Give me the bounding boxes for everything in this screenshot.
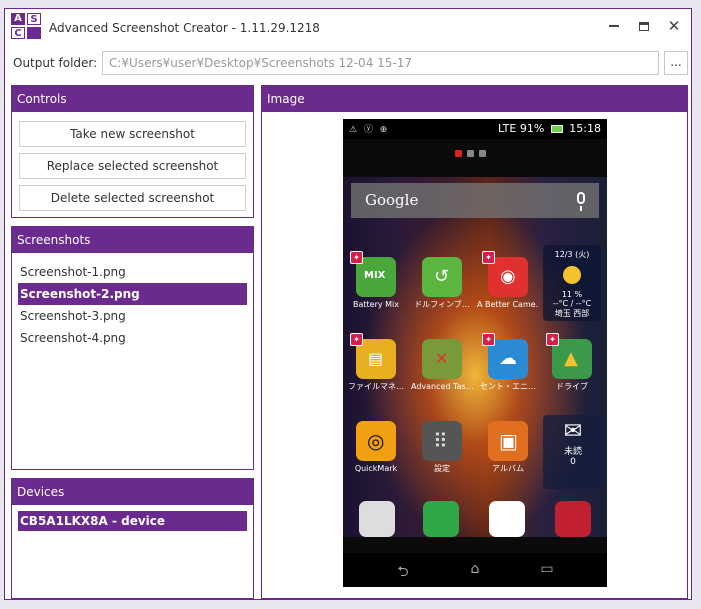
app-logo-icon: A S C bbox=[11, 13, 43, 41]
screenshots-panel: Screenshots Screenshot-1.png Screenshot-… bbox=[11, 226, 254, 470]
phone-icon bbox=[423, 501, 459, 537]
weather-date: 12/3 (火) bbox=[554, 250, 590, 259]
badge-icon: ✦ bbox=[350, 251, 363, 264]
list-item[interactable]: Screenshot-4.png bbox=[18, 327, 247, 349]
delete-screenshot-button[interactable]: Delete selected screenshot bbox=[19, 185, 246, 211]
output-folder-field[interactable]: C:¥Users¥user¥Desktop¥Screenshots 12-04 … bbox=[102, 51, 659, 75]
list-item-selected[interactable]: Screenshot-2.png bbox=[18, 283, 247, 305]
camera-icon: ✦ ◉ bbox=[482, 251, 528, 297]
weather-percent: 11 % bbox=[561, 290, 583, 299]
list-item[interactable]: Screenshot-1.png bbox=[18, 261, 247, 283]
close-icon: ✕ bbox=[667, 17, 681, 35]
app-icon: ↺ ドルフィンブ… bbox=[411, 257, 473, 310]
app-window: A S C Advanced Screenshot Creator - 1.11… bbox=[4, 8, 692, 600]
nav-bar: ⮌ ⌂ ▭ bbox=[343, 553, 607, 587]
controls-panel: Controls Take new screenshot Replace sel… bbox=[11, 85, 254, 218]
cloud-icon: ✦ ☁ bbox=[482, 333, 528, 379]
title-bar[interactable]: A S C Advanced Screenshot Creator - 1.11… bbox=[5, 9, 691, 43]
page-indicator bbox=[455, 146, 491, 160]
weather-temps: --°C / --°C bbox=[552, 299, 592, 308]
badge-icon: ✦ bbox=[350, 333, 363, 346]
devices-panel: Devices CB5A1LKX8A - device bbox=[11, 478, 254, 599]
battery-percent: 91% bbox=[519, 122, 545, 135]
status-bar: ⚠ ⓨ ⊕ LTE 91% 15:18 bbox=[343, 119, 607, 139]
page-dot bbox=[455, 150, 462, 157]
app-icon: ✦ ◉ A Better Came… bbox=[477, 251, 539, 309]
take-screenshot-button[interactable]: Take new screenshot bbox=[19, 121, 246, 147]
badge-icon: ✦ bbox=[482, 333, 495, 346]
search-label: Google bbox=[365, 191, 419, 209]
app-icon: ✦ ▤ ファイルマネ… bbox=[348, 333, 404, 391]
home-icon: ⌂ bbox=[470, 561, 480, 577]
apps-drawer-icon bbox=[359, 501, 395, 537]
weather-place: 埼玉 西部 bbox=[554, 309, 590, 318]
mail-label: 未読 bbox=[563, 447, 582, 457]
page-dot bbox=[467, 150, 474, 157]
output-folder-label: Output folder: bbox=[13, 56, 98, 70]
mic-icon bbox=[577, 192, 585, 211]
app-icon: ✕ Advanced Tas… bbox=[411, 339, 473, 392]
android-task-icon: ✕ bbox=[422, 339, 462, 379]
app-icon: ✦ ▲ ドライブ bbox=[541, 333, 603, 392]
dolphin-icon: ↺ bbox=[422, 257, 462, 297]
app-icon: ◎ QuickMark bbox=[345, 421, 407, 474]
controls-header: Controls bbox=[12, 86, 253, 112]
image-header: Image bbox=[262, 86, 687, 112]
list-item[interactable]: Screenshot-3.png bbox=[18, 305, 247, 327]
sun-icon bbox=[563, 266, 581, 284]
screenshots-list[interactable]: Screenshot-1.png Screenshot-2.png Screen… bbox=[12, 253, 253, 349]
mail-count: 0 bbox=[570, 457, 576, 467]
status-icons: ⚠ ⓨ ⊕ bbox=[349, 125, 390, 135]
quickmark-icon: ◎ bbox=[356, 421, 396, 461]
badge-icon: ✦ bbox=[482, 251, 495, 264]
album-icon: ▣ bbox=[488, 421, 528, 461]
play-store-icon bbox=[489, 501, 525, 537]
back-icon: ⮌ bbox=[397, 564, 409, 580]
battery-mix-icon: ✦ MIX bbox=[350, 251, 396, 297]
app-icon: ✦ MIX Battery Mix bbox=[345, 251, 407, 310]
app-icon: ⠿ 設定 bbox=[411, 421, 473, 474]
device-item[interactable]: CB5A1LKX8A - device bbox=[18, 511, 247, 531]
dock bbox=[343, 497, 607, 541]
tag-icon bbox=[555, 501, 591, 537]
google-search-bar: Google bbox=[351, 183, 599, 218]
replace-screenshot-button[interactable]: Replace selected screenshot bbox=[19, 153, 246, 179]
battery-icon bbox=[550, 125, 563, 133]
settings-icon: ⠿ bbox=[422, 421, 462, 461]
badge-icon: ✦ bbox=[546, 333, 559, 346]
close-button[interactable]: ✕ bbox=[659, 15, 689, 37]
screenshots-header: Screenshots bbox=[12, 227, 253, 253]
image-panel: Image ⚠ ⓨ ⊕ LTE 91% 15:18 Google ✦ MIX B… bbox=[261, 85, 688, 599]
page-dot bbox=[479, 150, 486, 157]
weather-widget: 12/3 (火) 11 % --°C / --°C 埼玉 西部 bbox=[543, 245, 601, 321]
app-icon: ▣ アルバム bbox=[477, 421, 539, 474]
folder-icon: ✦ ▤ bbox=[350, 333, 396, 379]
minimize-icon bbox=[609, 25, 619, 27]
signal-label: LTE bbox=[498, 122, 517, 135]
maximize-icon bbox=[639, 21, 649, 31]
maximize-button[interactable] bbox=[629, 15, 659, 37]
recent-apps-icon: ▭ bbox=[540, 561, 554, 577]
app-icon: ✦ ☁ セント・エニ… bbox=[480, 333, 536, 391]
devices-header: Devices bbox=[12, 479, 253, 505]
minimize-button[interactable] bbox=[599, 15, 629, 37]
status-time: 15:18 bbox=[569, 122, 601, 135]
status-right: LTE 91% 15:18 bbox=[498, 122, 601, 135]
window-title: Advanced Screenshot Creator - 1.11.29.12… bbox=[49, 21, 320, 35]
phone-screenshot: ⚠ ⓨ ⊕ LTE 91% 15:18 Google ✦ MIX Battery… bbox=[343, 119, 607, 587]
browse-button[interactable]: ... bbox=[664, 51, 688, 75]
mail-widget: ✉ 未読 0 bbox=[543, 415, 603, 489]
drive-icon: ✦ ▲ bbox=[546, 333, 592, 379]
mail-icon: ✉ bbox=[563, 419, 583, 444]
